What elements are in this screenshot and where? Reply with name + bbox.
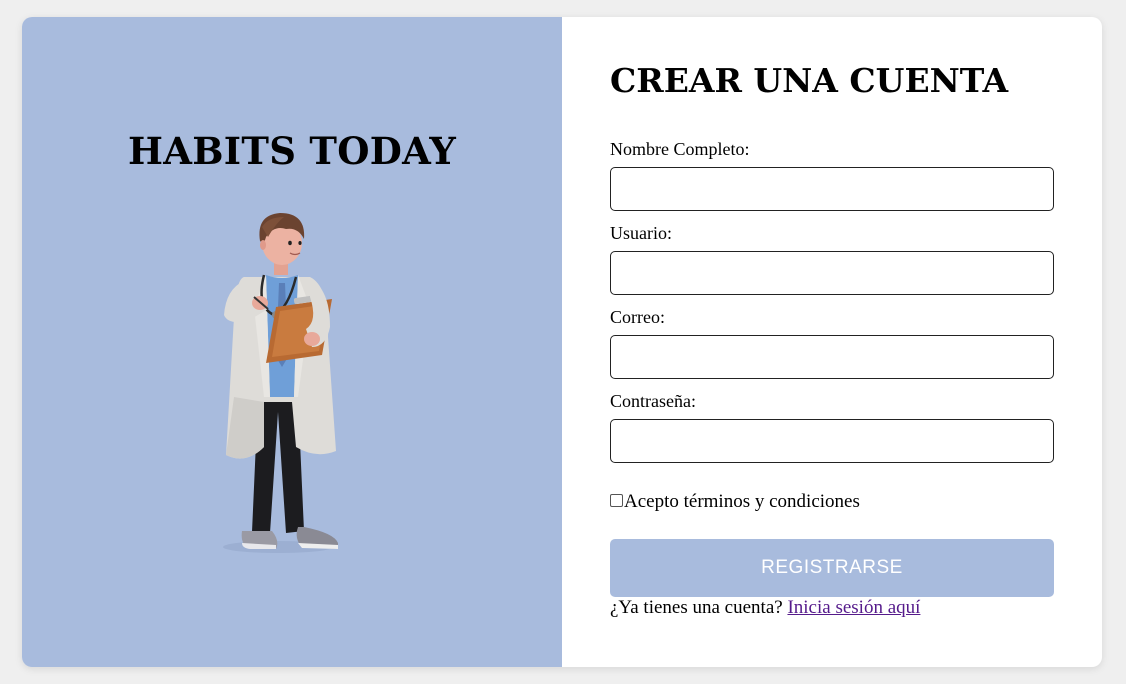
login-link[interactable]: Inicia sesión aquí <box>787 597 920 618</box>
register-button[interactable]: REGISTRARSE <box>610 539 1054 597</box>
password-label: Contraseña: <box>610 391 696 411</box>
full-name-input[interactable] <box>610 167 1054 211</box>
email-label: Correo: <box>610 307 665 327</box>
login-prompt-row: ¿Ya tienes una cuenta? Inicia sesión aqu… <box>610 597 920 619</box>
terms-checkbox[interactable] <box>610 494 623 507</box>
email-input[interactable] <box>610 335 1054 379</box>
full-name-label: Nombre Completo: <box>610 139 750 159</box>
username-input[interactable] <box>610 251 1054 295</box>
login-prompt-text: ¿Ya tienes una cuenta? <box>610 597 783 618</box>
username-label: Usuario: <box>610 223 672 243</box>
terms-row: Acepto términos y condiciones <box>610 491 860 513</box>
brand-title: HABITS TODAY <box>127 129 457 173</box>
doctor-illustration <box>223 213 338 553</box>
form-panel: CREAR UNA CUENTA Nombre Completo: Usuari… <box>562 17 1102 667</box>
terms-label[interactable]: Acepto términos y condiciones <box>624 491 860 513</box>
form-title: CREAR UNA CUENTA <box>610 61 1009 100</box>
brand-panel: HABITS TODAY <box>22 17 562 667</box>
password-input[interactable] <box>610 419 1054 463</box>
signup-card: HABITS TODAY CREAR UNA CUENTA Nombre Com… <box>22 17 1102 667</box>
